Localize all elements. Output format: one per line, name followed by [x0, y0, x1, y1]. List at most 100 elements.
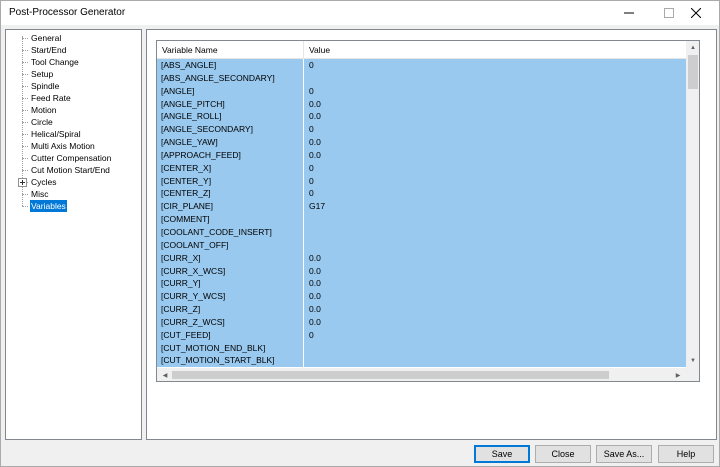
- table-row[interactable]: [CURR_X_WCS] 0.0: [157, 264, 686, 278]
- table-row[interactable]: [ANGLE_PITCH] 0.0: [157, 97, 686, 111]
- variable-name-cell[interactable]: [CENTER_Z]: [157, 187, 304, 201]
- help-button[interactable]: Help: [658, 445, 714, 463]
- variable-name-cell[interactable]: [CURR_Z_WCS]: [157, 315, 304, 329]
- variable-name-cell[interactable]: [COMMENT]: [157, 213, 304, 226]
- table-row[interactable]: [CURR_X] 0.0: [157, 251, 686, 265]
- table-row[interactable]: [APPROACH_FEED] 0.0: [157, 148, 686, 162]
- scroll-left-icon[interactable]: ◀: [158, 368, 172, 381]
- table-row[interactable]: [ABS_ANGLE] 0: [157, 59, 686, 72]
- variable-name-cell[interactable]: [APPROACH_FEED]: [157, 148, 304, 162]
- category-tree[interactable]: General Start/End Tool Change Setup Spindle F…: [5, 29, 142, 440]
- table-row[interactable]: [CURR_Z_WCS] 0.0: [157, 315, 686, 329]
- table-row[interactable]: [CUT_MOTION_END_BLK]: [157, 341, 686, 355]
- window-title: Post-Processor Generator: [9, 7, 126, 18]
- tree-connector: [22, 146, 28, 147]
- variable-name-cell[interactable]: [CUT_MOTION_END_BLK]: [157, 341, 304, 355]
- table-row[interactable]: [CURR_Y] 0.0: [157, 277, 686, 291]
- table-row[interactable]: [ABS_ANGLE_SECONDARY]: [157, 71, 686, 85]
- value-cell[interactable]: [304, 213, 686, 226]
- tree-item-label: Circle: [31, 117, 53, 127]
- minimize-icon: [624, 8, 634, 18]
- variables-grid[interactable]: Variable Name Value [ABS_ANGLE] 0 [ABS_ANG…: [156, 40, 700, 382]
- variable-name-cell[interactable]: [ANGLE_YAW]: [157, 136, 304, 149]
- title-bar: Post-Processor Generator: [1, 1, 719, 25]
- tree-item-label: Cut Motion Start/End: [31, 165, 110, 175]
- table-row[interactable]: [COOLANT_CODE_INSERT]: [157, 225, 686, 239]
- table-row[interactable]: [CIR_PLANE] G17: [157, 200, 686, 214]
- value-cell[interactable]: 0.0: [304, 277, 686, 290]
- table-row[interactable]: [ANGLE] 0: [157, 84, 686, 98]
- save-as-button[interactable]: Save As...: [596, 445, 652, 463]
- table-row[interactable]: [CURR_Y_WCS] 0.0: [157, 290, 686, 304]
- vertical-scroll-thumb[interactable]: [688, 55, 698, 89]
- column-header-variable-name[interactable]: Variable Name: [157, 41, 304, 59]
- value-cell[interactable]: 0.0: [304, 252, 686, 265]
- variable-name-cell[interactable]: [ANGLE_SECONDARY]: [157, 123, 304, 137]
- value-cell[interactable]: [304, 72, 686, 85]
- variable-name-cell[interactable]: [ANGLE_ROLL]: [157, 110, 304, 124]
- close-button[interactable]: Close: [535, 445, 591, 463]
- table-row[interactable]: [CUT_MOTION_START_BLK]: [157, 354, 686, 368]
- value-cell[interactable]: 0: [304, 329, 686, 342]
- value-cell[interactable]: [304, 342, 686, 355]
- tree-item-label: Spindle: [31, 81, 60, 91]
- variable-name-cell[interactable]: [CURR_Y]: [157, 277, 304, 291]
- variable-name-cell[interactable]: [COOLANT_OFF]: [157, 238, 304, 252]
- value-cell[interactable]: 0.0: [304, 265, 686, 278]
- value-cell[interactable]: [304, 354, 686, 367]
- variable-name-cell[interactable]: [CURR_Z]: [157, 303, 304, 316]
- value-cell[interactable]: 0: [304, 123, 686, 136]
- variable-name-cell[interactable]: [CUT_MOTION_START_BLK]: [157, 354, 304, 368]
- value-cell[interactable]: 0.0: [304, 136, 686, 149]
- variable-name-cell[interactable]: [CIR_PLANE]: [157, 200, 304, 214]
- vertical-scrollbar[interactable]: ▲ ▼: [686, 41, 699, 368]
- tree-connector: [22, 206, 28, 207]
- value-cell[interactable]: [304, 226, 686, 239]
- table-row[interactable]: [ANGLE_SECONDARY] 0: [157, 123, 686, 137]
- variable-name-cell[interactable]: [ANGLE_PITCH]: [157, 97, 304, 111]
- value-cell[interactable]: G17: [304, 200, 686, 213]
- table-row[interactable]: [CENTER_Y] 0: [157, 174, 686, 188]
- variable-name-cell[interactable]: [CUT_FEED]: [157, 328, 304, 342]
- table-row[interactable]: [COOLANT_OFF]: [157, 238, 686, 252]
- table-row[interactable]: [COMMENT]: [157, 213, 686, 226]
- table-row[interactable]: [CURR_Z] 0.0: [157, 303, 686, 316]
- table-row[interactable]: [ANGLE_YAW] 0.0: [157, 136, 686, 149]
- value-cell[interactable]: 0.0: [304, 149, 686, 162]
- expand-icon[interactable]: [18, 178, 27, 187]
- value-cell[interactable]: [304, 239, 686, 252]
- table-row[interactable]: [CENTER_X] 0: [157, 161, 686, 175]
- variable-name-cell[interactable]: [ABS_ANGLE_SECONDARY]: [157, 71, 304, 85]
- table-row[interactable]: [CENTER_Z] 0: [157, 187, 686, 201]
- variable-name-cell[interactable]: [CURR_X]: [157, 251, 304, 265]
- variable-name-cell[interactable]: [ABS_ANGLE]: [157, 59, 304, 72]
- variable-name-cell[interactable]: [CURR_Y_WCS]: [157, 290, 304, 304]
- value-cell[interactable]: 0.0: [304, 98, 686, 111]
- table-row[interactable]: [ANGLE_ROLL] 0.0: [157, 110, 686, 124]
- value-cell[interactable]: 0: [304, 59, 686, 72]
- variable-name-cell[interactable]: [CENTER_Y]: [157, 174, 304, 188]
- value-cell[interactable]: 0: [304, 187, 686, 200]
- value-cell[interactable]: 0.0: [304, 303, 686, 316]
- value-cell[interactable]: 0.0: [304, 290, 686, 303]
- tree-connector: [22, 194, 28, 195]
- column-header-value[interactable]: Value: [304, 41, 686, 59]
- variable-name-cell[interactable]: [CENTER_X]: [157, 161, 304, 175]
- scroll-up-icon[interactable]: ▲: [686, 42, 699, 54]
- value-cell[interactable]: 0: [304, 162, 686, 175]
- value-cell[interactable]: 0: [304, 85, 686, 98]
- horizontal-scrollbar[interactable]: ◀ ▶: [157, 368, 686, 381]
- value-cell[interactable]: 0.0: [304, 316, 686, 329]
- value-cell[interactable]: 0: [304, 175, 686, 188]
- scroll-right-icon[interactable]: ▶: [671, 368, 685, 381]
- table-row[interactable]: [CUT_FEED] 0: [157, 328, 686, 342]
- value-cell[interactable]: 0.0: [304, 110, 686, 123]
- horizontal-scroll-thumb[interactable]: [172, 371, 609, 379]
- variable-name-cell[interactable]: [COOLANT_CODE_INSERT]: [157, 225, 304, 239]
- variable-name-cell[interactable]: [ANGLE]: [157, 84, 304, 98]
- variable-name-cell[interactable]: [CURR_X_WCS]: [157, 264, 304, 278]
- close-window-button[interactable]: [673, 1, 719, 25]
- save-button[interactable]: Save: [474, 445, 530, 463]
- scroll-down-icon[interactable]: ▼: [686, 355, 699, 367]
- variables-panel: Variable Name Value [ABS_ANGLE] 0 [ABS_ANG…: [146, 29, 717, 440]
